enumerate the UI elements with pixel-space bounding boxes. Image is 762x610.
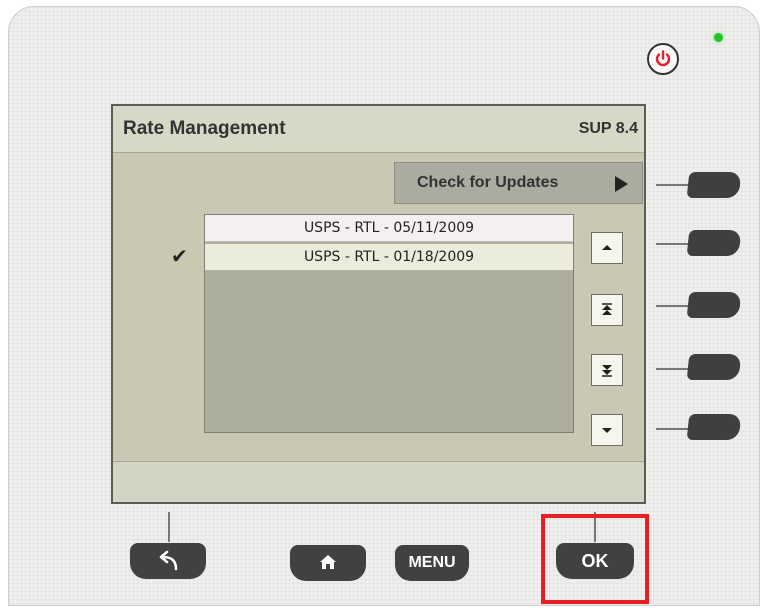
page-title: Rate Management (123, 118, 286, 139)
home-icon (320, 555, 336, 569)
rate-list: USPS - RTL - 05/11/2009 USPS - RTL - 01/… (204, 214, 574, 433)
title-bar: Rate Management SUP 8.4 (113, 106, 644, 153)
arrow-right-icon (615, 176, 628, 192)
connector-line (656, 428, 688, 430)
soft-key-4[interactable] (686, 354, 742, 380)
home-button[interactable] (290, 545, 366, 581)
double-chevron-up-icon (602, 303, 612, 315)
soft-key-1[interactable] (686, 172, 742, 198)
chevron-down-icon (602, 428, 612, 433)
display-screen: Rate Management SUP 8.4 Check for Update… (111, 104, 646, 504)
connector-line (656, 243, 688, 245)
page-up-button[interactable] (591, 294, 623, 326)
back-button[interactable] (130, 543, 206, 579)
version-label: SUP 8.4 (578, 120, 638, 137)
soft-key-2[interactable] (686, 230, 742, 256)
check-for-updates-button[interactable]: Check for Updates (394, 162, 643, 204)
chevron-up-icon (602, 245, 612, 250)
list-item[interactable]: USPS - RTL - 05/11/2009 (205, 215, 573, 242)
ok-highlight-box (541, 514, 649, 604)
double-chevron-down-icon (602, 365, 612, 377)
soft-key-3[interactable] (686, 292, 742, 318)
check-for-updates-label: Check for Updates (417, 174, 559, 191)
connector-line (656, 184, 688, 186)
scroll-up-button[interactable] (591, 232, 623, 264)
soft-key-5[interactable] (686, 414, 742, 440)
scroll-down-button[interactable] (591, 414, 623, 446)
list-item-selected[interactable]: USPS - RTL - 01/18/2009 (205, 244, 573, 271)
power-icon (655, 50, 671, 67)
connector-line (168, 512, 170, 542)
menu-button[interactable]: MENU (395, 545, 469, 581)
connector-line (656, 368, 688, 370)
status-bar (113, 461, 644, 502)
back-arrow-icon (159, 550, 178, 571)
checkmark-icon: ✔ (171, 244, 188, 268)
power-button[interactable] (647, 43, 679, 75)
connector-line (656, 305, 688, 307)
page-down-button[interactable] (591, 354, 623, 386)
status-led (714, 33, 723, 42)
